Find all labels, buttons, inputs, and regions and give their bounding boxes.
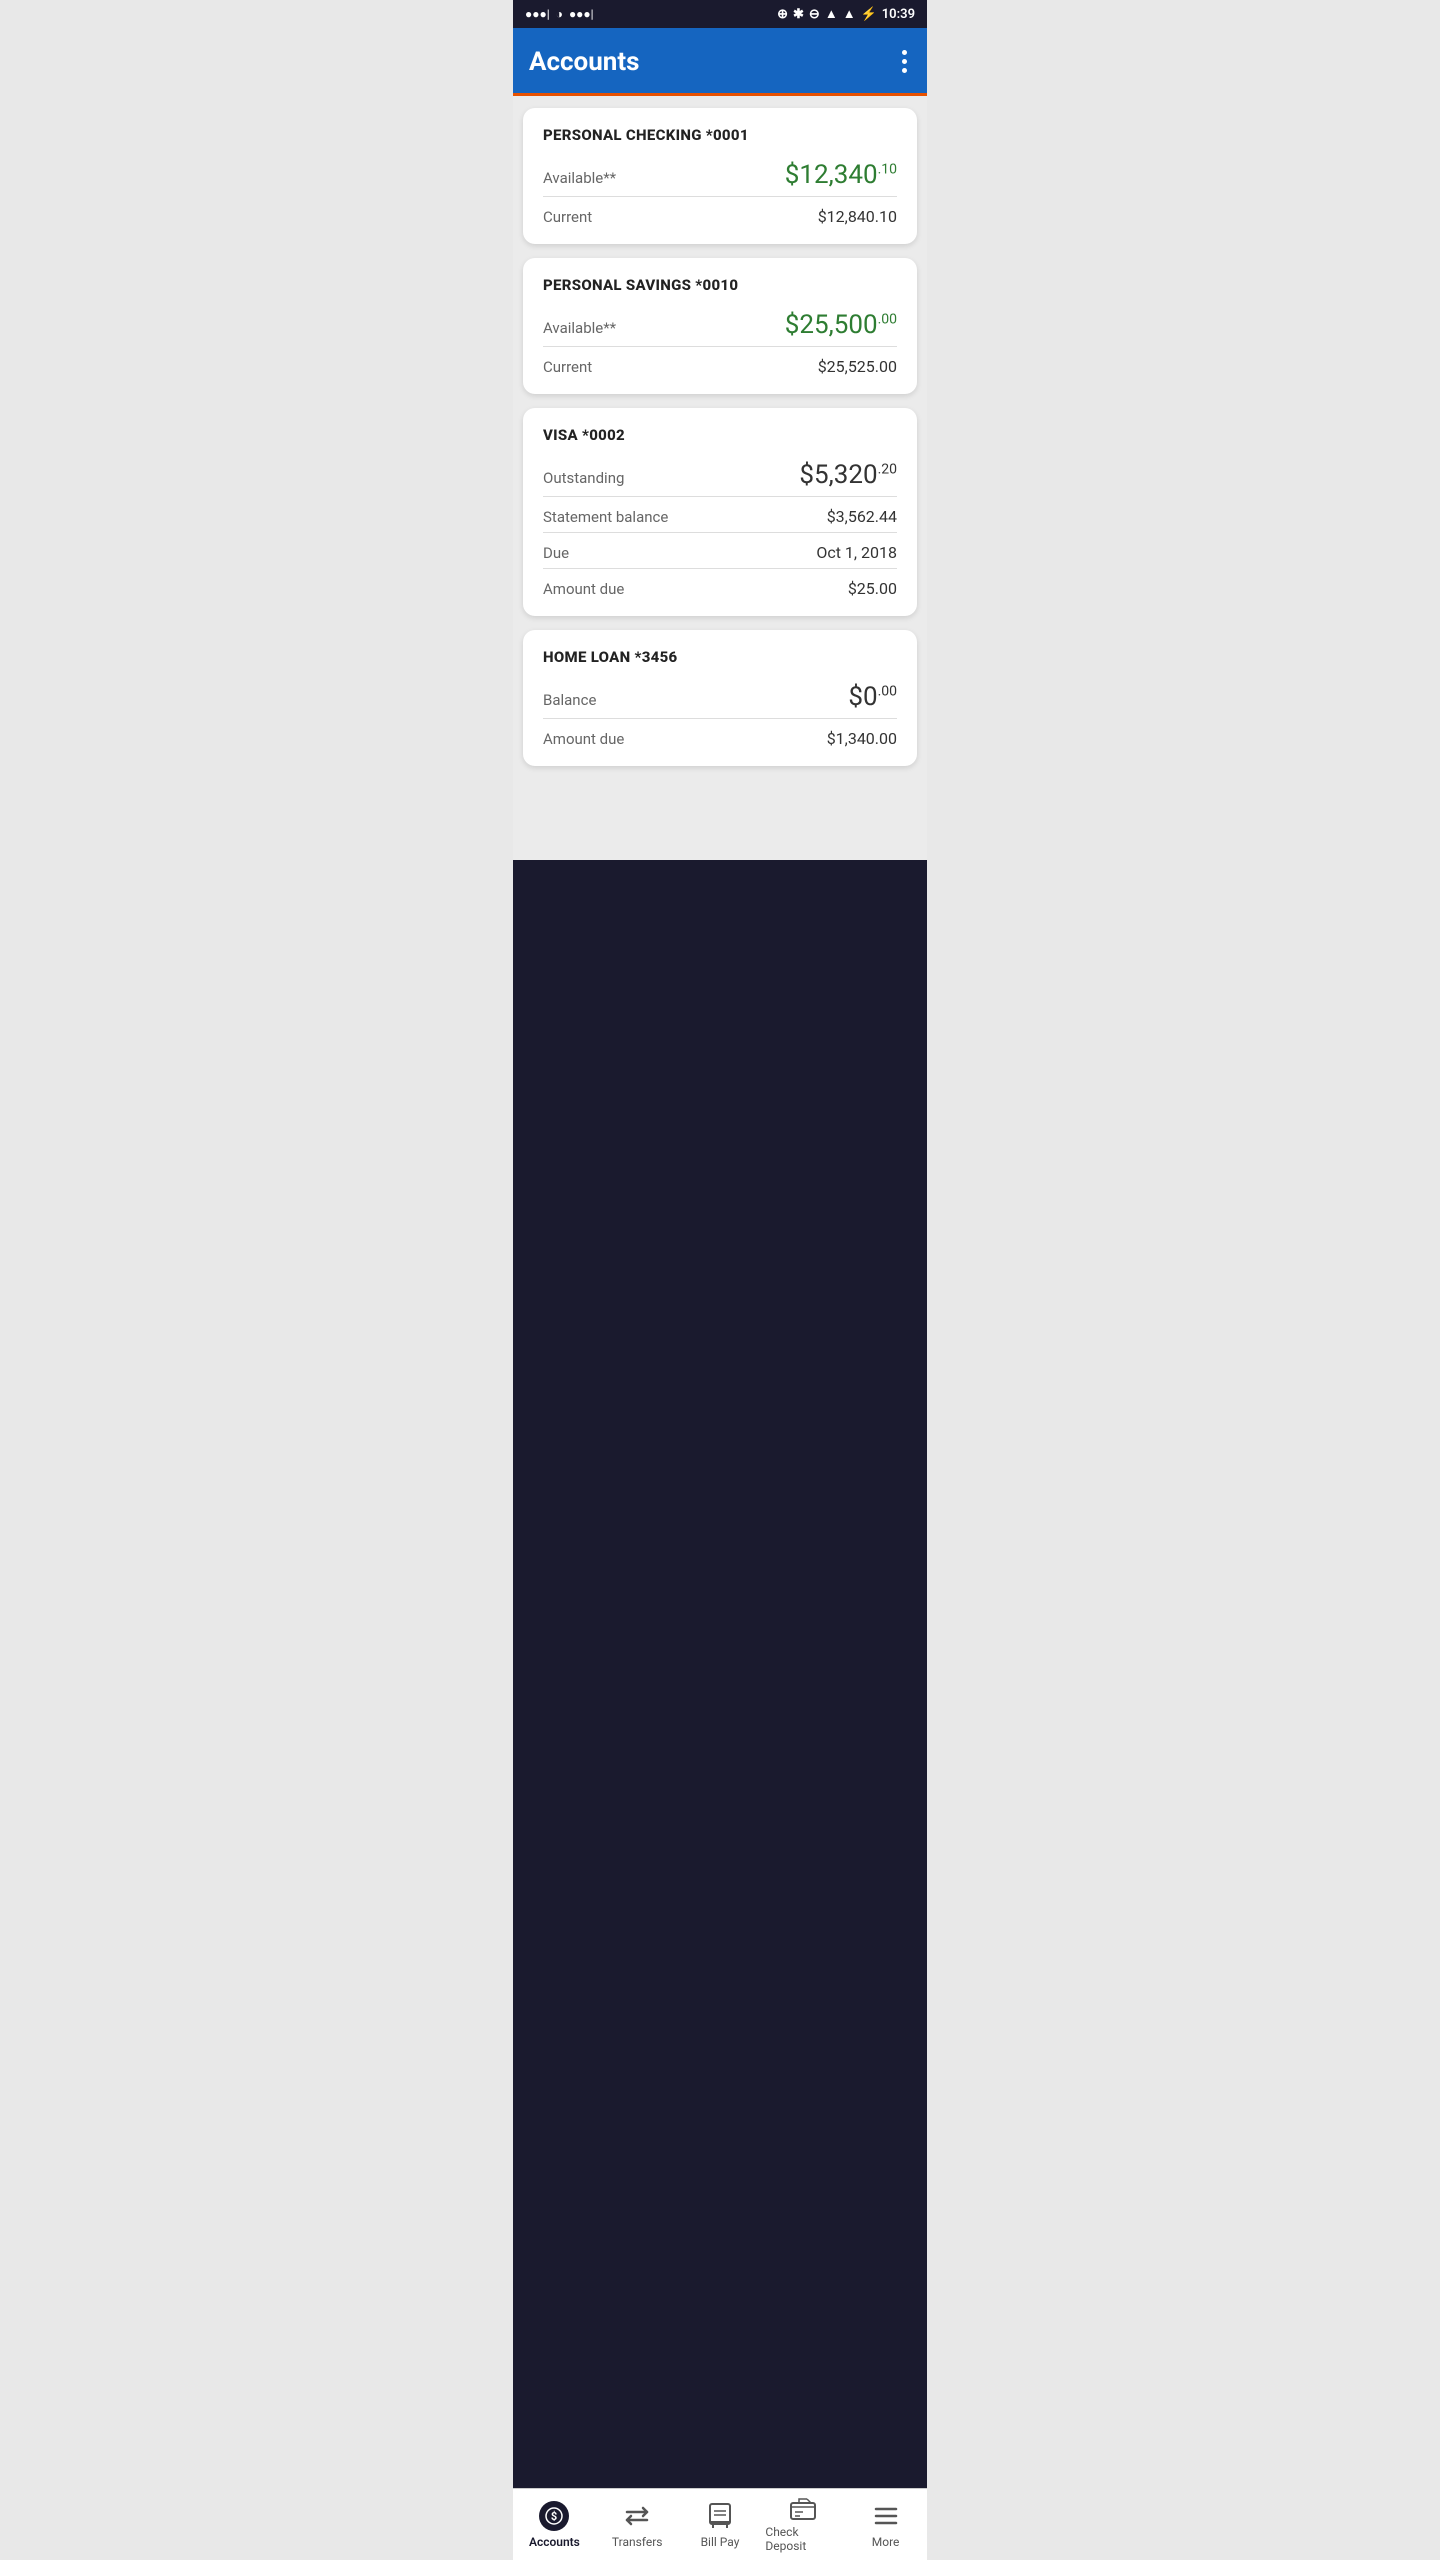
row-label-personal-checking-0: Available** [543,169,616,187]
account-row-visa-2: Due Oct 1, 2018 [543,543,897,569]
signal-bars-2: ●●●| [569,7,594,21]
account-row-personal-savings-0: Available** $25,500.00 [543,310,897,347]
check-deposit-icon [788,2497,818,2521]
status-left: ●●●| ◑ ●●●| [525,7,594,21]
more-icon [871,2501,901,2531]
page-title: Accounts [529,47,640,77]
account-card-personal-savings[interactable]: PERSONAL SAVINGS *0010 Available** $25,500… [523,258,917,394]
nav-more[interactable]: More [844,2489,927,2560]
nav-transfers-label: Transfers [612,2535,663,2549]
row-value-home-loan-1: $1,340.00 [827,729,897,748]
nav-transfers[interactable]: Transfers [596,2489,679,2560]
bottom-nav: $ Accounts Transfers [513,2488,927,2560]
accounts-content: PERSONAL CHECKING *0001 Available** $12,34… [513,96,927,860]
row-value-visa-3: $25.00 [848,579,897,598]
add-circle-icon: ⊕ [777,7,788,22]
account-row-visa-3: Amount due $25.00 [543,579,897,598]
nav-bill-pay-label: Bill Pay [701,2535,740,2549]
account-row-home-loan-0: Balance $0.00 [543,682,897,719]
cards-container: PERSONAL CHECKING *0001 Available** $12,34… [523,108,917,766]
row-value-personal-savings-1: $25,525.00 [818,357,897,376]
account-row-personal-checking-0: Available** $12,340.10 [543,160,897,197]
menu-dot-3 [902,68,907,73]
menu-dot-2 [902,59,907,64]
row-value-personal-savings-0: $25,500.00 [785,310,897,340]
account-card-visa[interactable]: VISA *0002 Outstanding $5,320.20 Statement … [523,408,917,616]
battery-icon: ⚡ [861,7,877,22]
account-name-visa: VISA *0002 [543,426,897,444]
account-row-personal-checking-1: Current $12,840.10 [543,207,897,226]
account-name-personal-checking: PERSONAL CHECKING *0001 [543,126,897,144]
status-right: ⊕ ✱ ⊖ ▲ ▲ ⚡ 10:39 [777,6,915,22]
account-name-personal-savings: PERSONAL SAVINGS *0010 [543,276,897,294]
nav-accounts-label: Accounts [529,2535,580,2549]
signal-icon: ▲ [843,6,856,22]
row-value-visa-0: $5,320.20 [799,460,897,490]
row-label-personal-checking-1: Current [543,208,592,226]
page-wrapper: ●●●| ◑ ●●●| ⊕ ✱ ⊖ ▲ ▲ ⚡ 10:39 Accounts P… [513,0,927,2560]
account-row-home-loan-1: Amount due $1,340.00 [543,729,897,748]
nav-check-deposit-label: Check Deposit [765,2525,840,2553]
account-card-personal-checking[interactable]: PERSONAL CHECKING *0001 Available** $12,34… [523,108,917,244]
overflow-menu-button[interactable] [898,46,911,77]
transfers-icon [622,2501,652,2531]
row-label-personal-savings-1: Current [543,358,592,376]
accounts-icon: $ [539,2501,569,2531]
signal-bars: ●●●| [525,7,550,21]
account-row-personal-savings-1: Current $25,525.00 [543,357,897,376]
row-label-visa-1: Statement balance [543,508,668,526]
nav-accounts[interactable]: $ Accounts [513,2489,596,2560]
svg-text:$: $ [551,2510,557,2523]
row-label-home-loan-0: Balance [543,691,596,709]
row-value-personal-checking-1: $12,840.10 [818,207,897,226]
row-value-visa-1: $3,562.44 [827,507,897,526]
nav-check-deposit[interactable]: Check Deposit [761,2489,844,2560]
status-bar: ●●●| ◑ ●●●| ⊕ ✱ ⊖ ▲ ▲ ⚡ 10:39 [513,0,927,28]
account-row-visa-1: Statement balance $3,562.44 [543,507,897,533]
time: 10:39 [882,7,915,22]
account-row-visa-0: Outstanding $5,320.20 [543,460,897,497]
bill-pay-icon [705,2501,735,2531]
bluetooth-icon: ✱ [793,7,804,22]
carrier-icon: ◑ [556,7,563,21]
menu-dot-1 [902,50,907,55]
minus-circle-icon: ⊖ [809,7,820,22]
account-card-home-loan[interactable]: HOME LOAN *3456 Balance $0.00 Amount due $1,… [523,630,917,766]
wifi-icon: ▲ [825,6,838,22]
row-value-visa-2: Oct 1, 2018 [816,543,897,562]
nav-more-label: More [872,2535,900,2549]
app-header: Accounts [513,28,927,96]
account-name-home-loan: HOME LOAN *3456 [543,648,897,666]
row-label-visa-2: Due [543,544,569,562]
row-label-home-loan-1: Amount due [543,730,624,748]
row-label-personal-savings-0: Available** [543,319,616,337]
nav-bill-pay[interactable]: Bill Pay [679,2489,762,2560]
row-value-personal-checking-0: $12,340.10 [785,160,897,190]
row-label-visa-3: Amount due [543,580,624,598]
row-label-visa-0: Outstanding [543,469,624,487]
row-value-home-loan-0: $0.00 [848,682,897,712]
